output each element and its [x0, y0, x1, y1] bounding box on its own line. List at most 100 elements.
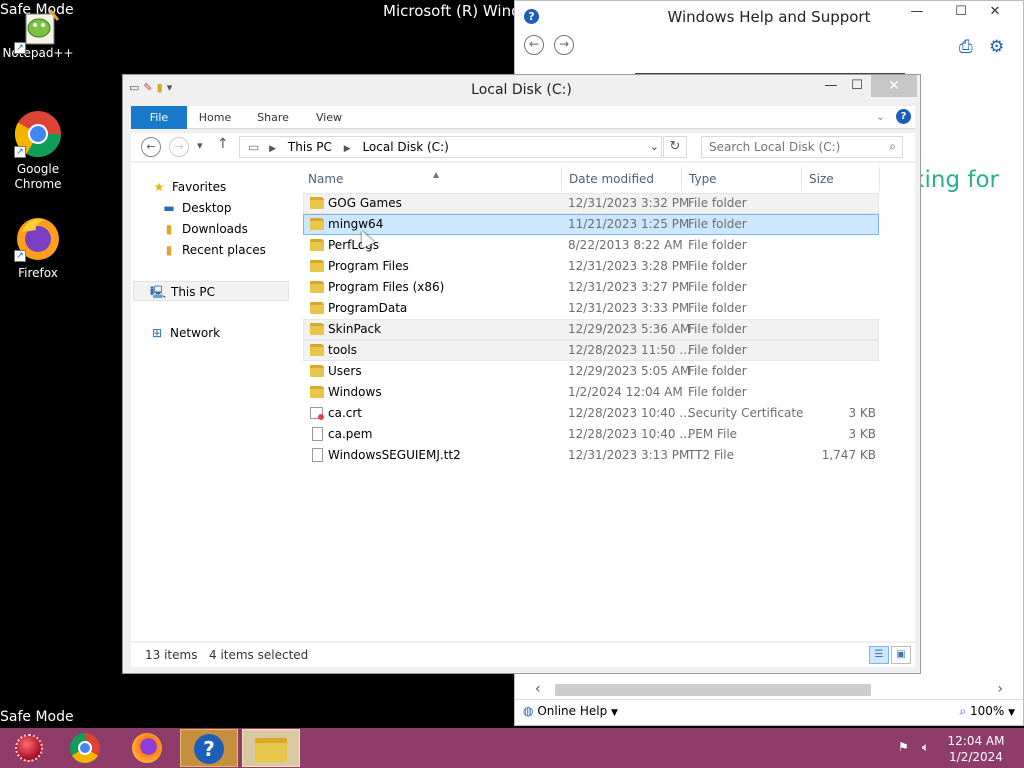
large-icons-view-button[interactable]: ▣ [891, 646, 911, 664]
file-row[interactable]: tools 12/28/2023 11:50 ... File folder [303, 340, 879, 361]
nav-item-recent-places[interactable]: ▮ Recent places [161, 240, 266, 260]
forward-button[interactable]: → [169, 137, 189, 157]
column-header-size[interactable]: Size [809, 172, 834, 186]
settings-button[interactable]: ⚙ [989, 37, 1004, 57]
back-button[interactable]: ← [524, 35, 544, 55]
refresh-button[interactable]: ↻ [663, 136, 687, 158]
file-name: mingw64 [328, 217, 384, 231]
column-header-date[interactable]: Date modified [569, 172, 654, 186]
os-title: Microsoft (R) Windows [383, 2, 514, 20]
file-row[interactable]: PerfLogs 8/22/2013 8:22 AM File folder [303, 235, 879, 256]
help-button[interactable]: ? [896, 109, 911, 124]
file-row[interactable]: GOG Games 12/31/2023 3:32 PM File folder [303, 193, 879, 214]
start-button[interactable] [0, 729, 58, 767]
file-row[interactable]: SkinPack 12/29/2023 5:36 AM File folder [303, 319, 879, 340]
breadcrumb-this-pc[interactable]: This PC [288, 140, 332, 154]
column-divider[interactable] [879, 167, 880, 191]
scroll-left-arrow-icon[interactable]: ‹ [535, 681, 541, 697]
details-view-button[interactable]: ☰ [869, 646, 889, 664]
desktop-icon-chrome[interactable]: ↗ Google Chrome [0, 110, 76, 192]
file-name: tools [328, 343, 357, 357]
minimize-button[interactable]: — [903, 1, 931, 23]
search-box[interactable]: ⌕ [701, 136, 903, 158]
tab-view[interactable]: View [307, 106, 351, 129]
taskbar: ? ⚑ 🔈︎ 12:04 AM 1/2/2024 [0, 728, 1024, 768]
recent-locations-button[interactable]: ▾ [197, 139, 203, 152]
file-type: Security Certificate [688, 406, 804, 420]
file-row[interactable]: WindowsSEGUIEMJ.tt2 12/31/2023 3:13 PM TT2… [303, 445, 879, 466]
file-name: WindowsSEGUIEMJ.tt2 [328, 448, 461, 462]
selection-count: 4 items selected [209, 648, 309, 662]
file-type: File folder [688, 364, 747, 378]
scroll-right-arrow-icon[interactable]: › [997, 681, 1003, 697]
column-header-type[interactable]: Type [689, 172, 717, 186]
tab-share[interactable]: Share [249, 106, 297, 129]
up-button[interactable]: ↑ [217, 136, 229, 152]
file-name: ca.crt [328, 406, 363, 420]
zoom-control[interactable]: ⌕ 100% ▼ [959, 704, 1015, 719]
scrollbar-thumb[interactable] [555, 684, 871, 696]
maximize-button[interactable]: ☐ [843, 75, 871, 97]
nav-label: Network [170, 326, 221, 340]
explorer-window[interactable]: ▭ ✎ ▮ ▾ Local Disk (C:) — ☐ ✕ File Home … [122, 74, 921, 674]
column-header-name[interactable]: Name ▲ [308, 170, 439, 186]
file-row[interactable]: ca.crt 12/28/2023 10:40 ... Security Certi… [303, 403, 879, 424]
address-dropdown-icon[interactable]: ⌄ [650, 137, 659, 157]
help-titlebar[interactable]: ? Windows Help and Support — ☐ ✕ [515, 1, 1023, 31]
online-help-label: Online Help [537, 704, 608, 718]
help-icon: ? [194, 734, 224, 764]
print-button[interactable]: ⎙ [959, 37, 973, 57]
desktop-icon-firefox[interactable]: ↗ Firefox [0, 214, 76, 281]
nav-item-downloads[interactable]: ▮ Downloads [161, 219, 248, 239]
file-row[interactable]: Windows 1/2/2024 12:04 AM File folder [303, 382, 879, 403]
close-button[interactable]: ✕ [981, 1, 1009, 23]
volume-muted-icon[interactable]: 🔈︎ [922, 740, 929, 755]
taskbar-chrome[interactable] [56, 729, 114, 767]
back-button[interactable]: ← [141, 137, 161, 157]
file-type: File folder [688, 322, 747, 336]
file-type: File folder [688, 343, 747, 357]
address-row: ← → ▾ ↑ ▭ ▶ This PC ▶ Local Disk (C:) ⌄ … [131, 133, 915, 161]
nav-item-network[interactable]: ⊞ Network [149, 323, 220, 343]
file-name: Program Files (x86) [328, 280, 445, 294]
taskbar-help-and-support[interactable]: ? [180, 729, 238, 767]
firefox-icon: ↗ [14, 214, 62, 262]
tab-home[interactable]: Home [193, 106, 237, 129]
forward-button[interactable]: → [554, 35, 574, 55]
explorer-titlebar[interactable]: ▭ ✎ ▮ ▾ Local Disk (C:) — ☐ ✕ [123, 75, 920, 105]
column-divider[interactable] [801, 167, 802, 191]
file-row[interactable]: ca.pem 12/28/2023 10:40 ... PEM File 3 KB [303, 424, 879, 445]
file-row[interactable]: ProgramData 12/31/2023 3:33 PM File folder [303, 298, 879, 319]
column-divider[interactable] [681, 167, 682, 191]
desktop-icon-notepadpp[interactable]: ↗ Notepad++ [0, 6, 76, 61]
tab-file[interactable]: File [131, 106, 187, 129]
file-row[interactable]: Program Files (x86) 12/31/2023 3:27 PM Fil… [303, 277, 879, 298]
column-divider[interactable] [561, 167, 562, 191]
system-clock[interactable]: 12:04 AM 1/2/2024 [946, 733, 1006, 765]
file-type: File folder [688, 280, 747, 294]
arrow-up-icon: ↑ [217, 136, 229, 152]
file-row[interactable]: mingw64 11/21/2023 1:25 PM File folder [303, 214, 879, 235]
file-name: GOG Games [328, 196, 402, 210]
network-status-icon[interactable]: ⚑ [898, 740, 909, 754]
online-help-dropdown[interactable]: ◍ Online Help ▼ [523, 704, 618, 718]
arrow-left-icon: ← [528, 37, 540, 51]
nav-item-this-pc[interactable]: 🖳 This PC [133, 281, 289, 301]
nav-item-favorites[interactable]: ★ Favorites [151, 177, 227, 197]
maximize-button[interactable]: ☐ [947, 1, 975, 23]
folder-icon [310, 260, 324, 272]
folder-icon [310, 302, 324, 314]
file-name: Windows [328, 385, 382, 399]
taskbar-firefox[interactable] [118, 729, 176, 767]
close-button[interactable]: ✕ [871, 75, 917, 97]
breadcrumb-local-disk[interactable]: Local Disk (C:) [362, 140, 448, 154]
search-input[interactable] [702, 137, 872, 157]
minimize-button[interactable]: — [817, 75, 845, 97]
nav-item-desktop[interactable]: ▬ Desktop [161, 198, 231, 218]
help-horizontal-scrollbar[interactable]: ‹ › [515, 681, 1023, 699]
expand-ribbon-button[interactable]: ⌄ [876, 110, 885, 123]
file-row[interactable]: Program Files 12/31/2023 3:28 PM File fold… [303, 256, 879, 277]
address-bar[interactable]: ▭ ▶ This PC ▶ Local Disk (C:) ⌄ [239, 136, 662, 158]
file-row[interactable]: Users 12/29/2023 5:05 AM File folder [303, 361, 879, 382]
taskbar-file-explorer[interactable] [242, 729, 300, 767]
